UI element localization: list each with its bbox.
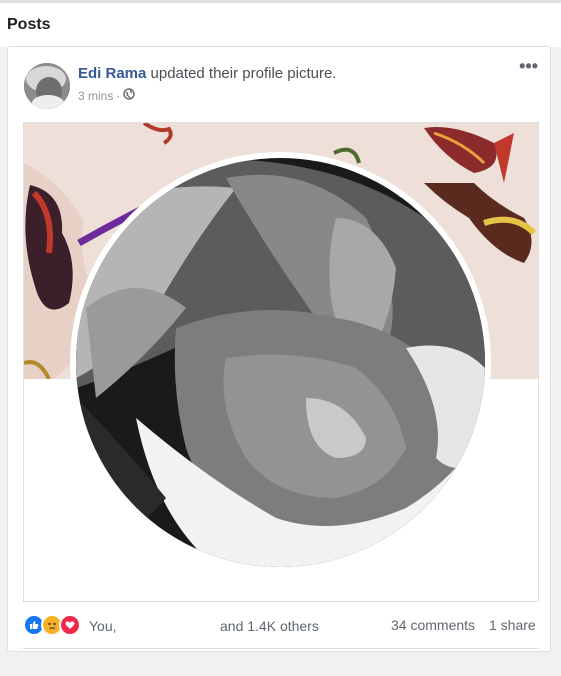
post-stats-bar: You, and 1.4K others 34 comments 1 share <box>23 606 539 644</box>
post-time[interactable]: 3 mins <box>78 89 113 103</box>
meta-separator: · <box>116 88 121 103</box>
author-avatar[interactable] <box>24 63 70 109</box>
reactions-summary[interactable] <box>23 614 81 636</box>
profile-picture[interactable] <box>76 158 485 567</box>
globe-icon[interactable] <box>123 88 136 103</box>
comments-count[interactable]: 34 comments <box>391 617 475 633</box>
post-header: Edi Rama updated their profile picture. <box>78 65 336 82</box>
post-meta: 3 mins · <box>78 88 136 103</box>
section-title: Posts <box>7 16 51 33</box>
post-action: updated their profile picture. <box>146 65 337 82</box>
page-bottom-strip <box>0 652 561 676</box>
profile-picture-media[interactable] <box>23 122 539 602</box>
reactor-you[interactable]: You, <box>89 618 117 634</box>
post-card: Edi Rama updated their profile picture. … <box>7 46 551 652</box>
ellipsis-icon[interactable]: ••• <box>519 57 538 75</box>
profile-picture-frame <box>70 152 491 573</box>
author-name[interactable]: Edi Rama <box>78 65 146 82</box>
shares-count[interactable]: 1 share <box>489 617 536 633</box>
stats-divider <box>23 648 539 649</box>
reactor-others[interactable]: and 1.4K others <box>220 618 319 634</box>
love-icon <box>59 614 81 636</box>
section-header: Posts <box>0 3 561 47</box>
